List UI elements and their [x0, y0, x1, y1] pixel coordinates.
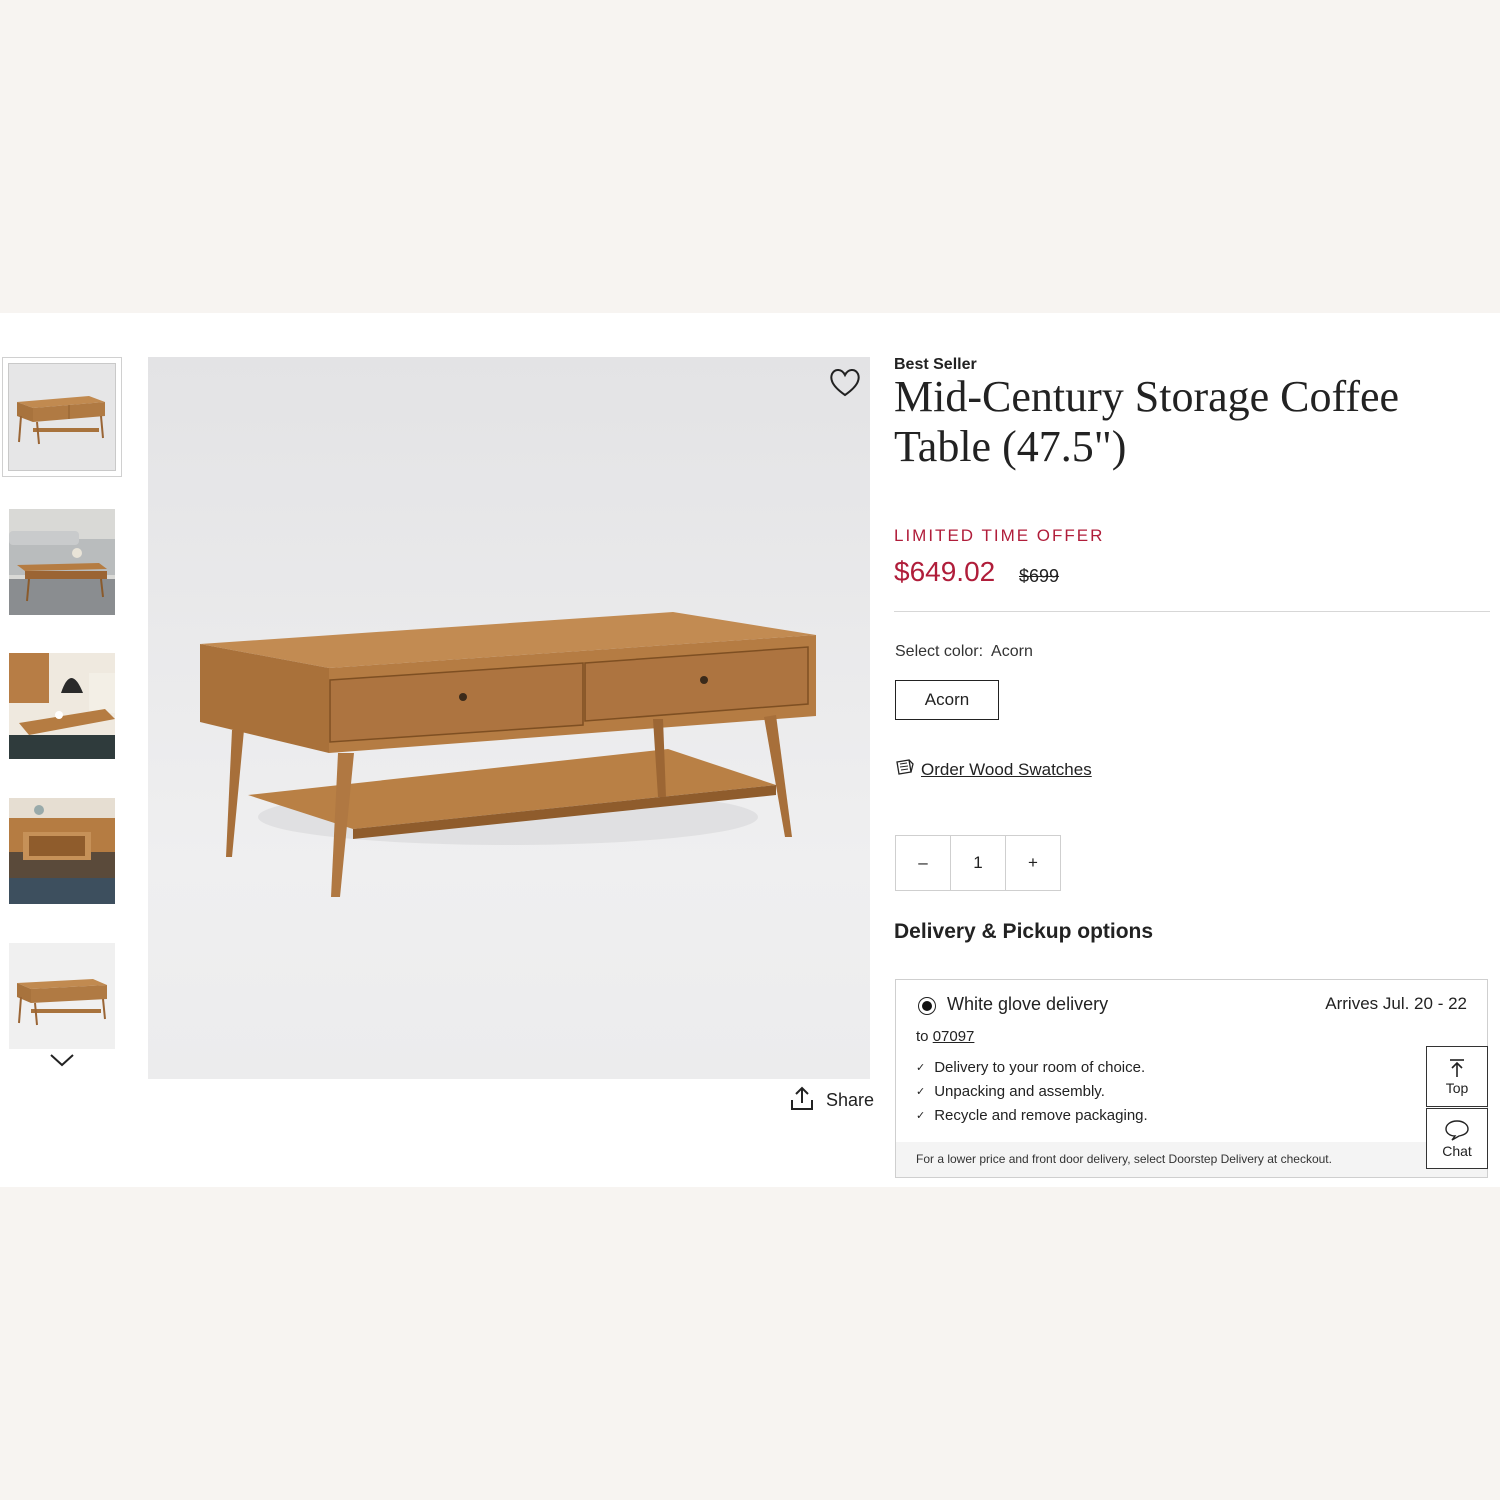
white-glove-radio[interactable] — [918, 997, 936, 1015]
swatch-icon — [895, 758, 915, 781]
quantity-stepper: – 1 + — [895, 835, 1061, 891]
arrival-date: Arrives Jul. 20 - 22 — [1325, 994, 1467, 1013]
offer-label: LIMITED TIME OFFER — [894, 526, 1105, 545]
quantity-decrease-button[interactable]: – — [896, 836, 951, 890]
chevron-down-icon[interactable] — [48, 1050, 76, 1070]
zip-code-link[interactable]: 07097 — [933, 1028, 975, 1045]
thumbnail-2[interactable] — [9, 509, 115, 615]
check-icon: ✓ — [916, 1086, 926, 1098]
original-price: $699 — [1019, 566, 1060, 586]
share-icon — [788, 1084, 816, 1117]
share-button[interactable]: Share — [788, 1085, 874, 1115]
select-color-label: Select color: Acorn — [895, 643, 1033, 660]
top-label: Top — [1445, 1079, 1469, 1096]
chat-icon — [1445, 1119, 1469, 1141]
delivery-features: ✓ Delivery to your room of choice. ✓ Unpac… — [916, 1056, 1148, 1128]
delivery-option-card: White glove delivery Arrives Jul. 20 - 2… — [895, 979, 1488, 1178]
back-to-top-button[interactable]: Top — [1426, 1046, 1488, 1107]
thumbnail-4[interactable] — [9, 798, 115, 904]
list-item: ✓ Unpacking and assembly. — [916, 1080, 1148, 1104]
selected-color-value: Acorn — [991, 643, 1033, 660]
quantity-increase-button[interactable]: + — [1006, 836, 1060, 890]
chat-label: Chat — [1442, 1142, 1472, 1159]
divider — [894, 611, 1490, 612]
chat-button[interactable]: Chat — [1426, 1108, 1488, 1169]
sale-price: $649.02 — [894, 556, 996, 587]
arrow-up-icon — [1450, 1058, 1464, 1077]
delivery-destination: to 07097 — [916, 1028, 975, 1045]
swatches-label: Order Wood Swatches — [921, 759, 1092, 779]
thumbnail-5[interactable] — [9, 943, 115, 1049]
color-option-acorn[interactable]: Acorn — [895, 680, 999, 720]
thumbnail-3[interactable] — [9, 653, 115, 759]
delivery-option-label: White glove delivery — [947, 994, 1109, 1014]
delivery-heading: Delivery & Pickup options — [894, 920, 1154, 943]
order-swatches-link[interactable]: Order Wood Swatches — [895, 758, 1092, 781]
product-title: Mid-Century Storage Coffee Table (47.5") — [894, 372, 1400, 471]
check-icon: ✓ — [916, 1062, 926, 1074]
heart-icon[interactable] — [828, 366, 862, 398]
delivery-note: For a lower price and front door deliver… — [896, 1142, 1487, 1177]
check-icon: ✓ — [916, 1110, 926, 1122]
list-item: ✓ Delivery to your room of choice. — [916, 1056, 1148, 1080]
thumbnail-1[interactable] — [9, 364, 115, 470]
share-label: Share — [826, 1089, 875, 1110]
list-item: ✓ Recycle and remove packaging. — [916, 1104, 1148, 1128]
product-main-image — [148, 357, 870, 1079]
quantity-value[interactable]: 1 — [951, 836, 1006, 890]
